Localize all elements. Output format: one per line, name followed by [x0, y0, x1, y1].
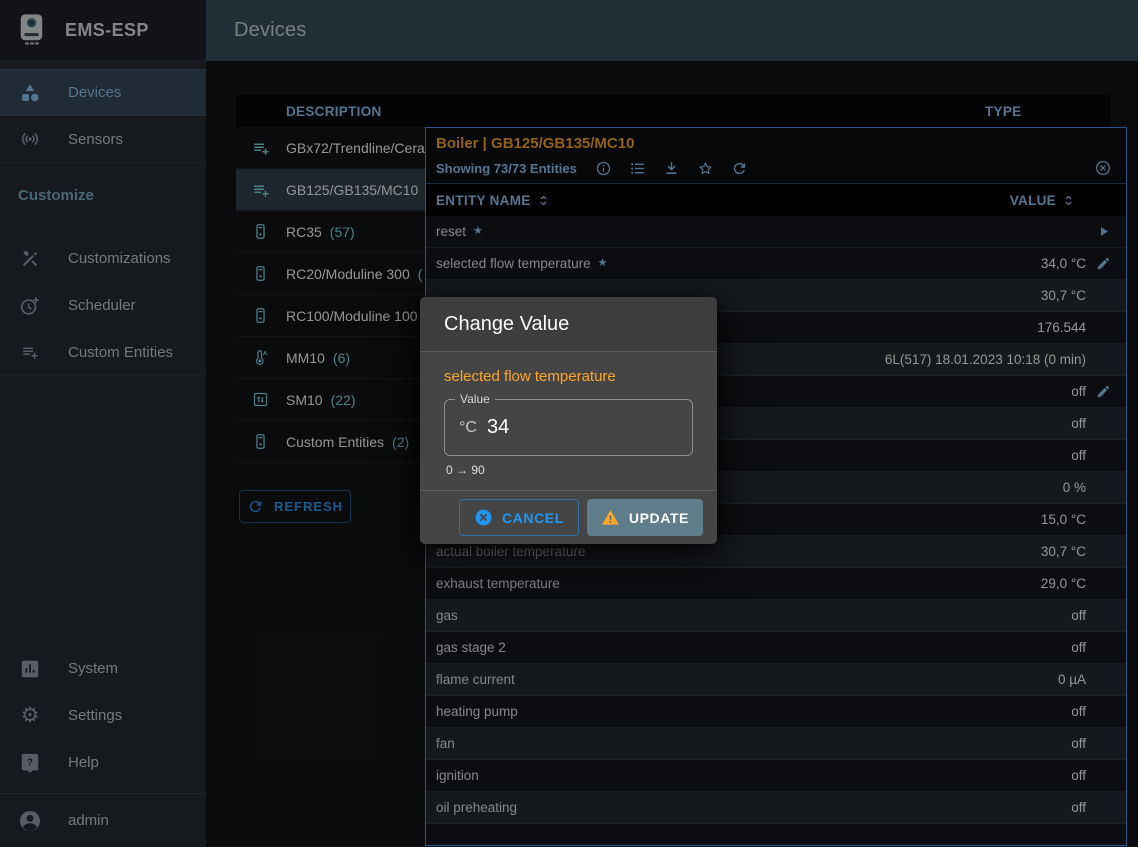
change-value-dialog: Change Value selected flow temperature V…: [420, 297, 717, 544]
dialog-actions: CANCEL UPDATE: [420, 490, 717, 544]
value-input-label: Value: [455, 392, 495, 406]
warning-icon: [601, 508, 620, 527]
value-unit: °C: [459, 419, 477, 437]
cancel-icon: [474, 508, 493, 527]
dialog-title: Change Value: [420, 297, 717, 352]
cancel-button[interactable]: CANCEL: [459, 499, 579, 536]
value-input[interactable]: Value °C 34: [444, 399, 693, 456]
update-button[interactable]: UPDATE: [587, 499, 703, 536]
dialog-body: selected flow temperature Value °C 34 0 …: [420, 352, 717, 477]
value-range-hint: 0 → 90: [444, 463, 693, 477]
value-input-text: 34: [487, 416, 509, 439]
dialog-entity-name: selected flow temperature: [444, 368, 693, 385]
